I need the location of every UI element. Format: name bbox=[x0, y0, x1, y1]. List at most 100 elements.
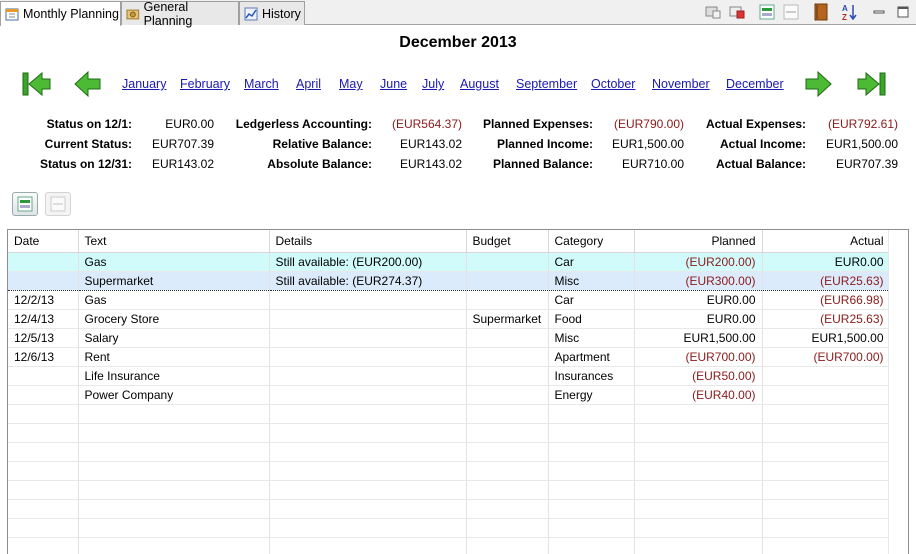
cell-actual[interactable]: (EUR66.98) bbox=[762, 290, 891, 310]
column-header-text[interactable]: Text bbox=[78, 230, 270, 253]
cell-text[interactable]: Rent bbox=[78, 347, 270, 367]
cell-details[interactable]: Still available: (EUR200.00) bbox=[269, 252, 467, 272]
month-link-february[interactable]: February bbox=[180, 77, 230, 91]
cell-date[interactable] bbox=[8, 271, 79, 291]
maximize-icon[interactable] bbox=[894, 3, 912, 21]
tab-monthly-planning[interactable]: Monthly Planning bbox=[0, 1, 121, 26]
column-header-budget[interactable]: Budget bbox=[466, 230, 549, 253]
cell-text[interactable]: Gas bbox=[78, 290, 270, 310]
cell-text[interactable]: Power Company bbox=[78, 385, 270, 405]
cell-details[interactable]: Still available: (EUR274.37) bbox=[269, 271, 467, 291]
cell-category[interactable]: Food bbox=[548, 309, 635, 329]
cell-actual[interactable]: EUR1,500.00 bbox=[762, 328, 891, 348]
cell-budget[interactable] bbox=[466, 385, 549, 405]
cell-budget[interactable] bbox=[466, 290, 549, 310]
month-link-june[interactable]: June bbox=[380, 77, 407, 91]
column-header-details[interactable]: Details bbox=[269, 230, 467, 253]
cell-category[interactable]: Misc bbox=[548, 328, 635, 348]
vertical-scrollbar[interactable] bbox=[888, 230, 908, 554]
cell-date[interactable]: 12/2/13 bbox=[8, 290, 79, 310]
cell-details[interactable] bbox=[269, 290, 467, 310]
cell-actual[interactable] bbox=[762, 366, 891, 386]
cell-planned[interactable]: (EUR300.00) bbox=[634, 271, 763, 291]
cell-text[interactable]: Life Insurance bbox=[78, 366, 270, 386]
cell-category[interactable]: Car bbox=[548, 290, 635, 310]
cell-date[interactable] bbox=[8, 385, 79, 405]
month-link-july[interactable]: July bbox=[422, 77, 444, 91]
cell-actual[interactable] bbox=[762, 385, 891, 405]
cell-date[interactable]: 12/4/13 bbox=[8, 309, 79, 329]
cell-text[interactable]: Gas bbox=[78, 252, 270, 272]
cell-details[interactable] bbox=[269, 328, 467, 348]
cell-category[interactable]: Energy bbox=[548, 385, 635, 405]
month-link-january[interactable]: January bbox=[122, 77, 166, 91]
cell-actual[interactable]: EUR0.00 bbox=[762, 252, 891, 272]
import-icon[interactable] bbox=[704, 3, 722, 21]
cell-details[interactable] bbox=[269, 366, 467, 386]
cell-category[interactable]: Car bbox=[548, 252, 635, 272]
add-row-icon[interactable] bbox=[758, 3, 776, 21]
cell-details[interactable] bbox=[269, 309, 467, 329]
sort-az-icon[interactable]: AZ bbox=[840, 3, 858, 21]
cell-planned[interactable]: (EUR700.00) bbox=[634, 347, 763, 367]
tab-history[interactable]: History bbox=[239, 1, 305, 25]
cell-actual[interactable]: (EUR25.63) bbox=[762, 271, 891, 291]
tab-general-planning[interactable]: General Planning bbox=[121, 0, 239, 28]
empty-row bbox=[8, 404, 891, 424]
cell-planned[interactable]: EUR0.00 bbox=[634, 290, 763, 310]
cell-planned[interactable]: (EUR40.00) bbox=[634, 385, 763, 405]
month-link-october[interactable]: October bbox=[591, 77, 635, 91]
column-header-category[interactable]: Category bbox=[548, 230, 635, 253]
book-icon[interactable] bbox=[812, 3, 830, 21]
table-row[interactable]: 12/2/13 Gas Car EUR0.00 (EUR66.98) bbox=[8, 290, 891, 310]
month-link-december[interactable]: December bbox=[726, 77, 784, 91]
table-row[interactable]: Supermarket Still available: (EUR274.37)… bbox=[8, 271, 891, 291]
cell-budget[interactable] bbox=[466, 328, 549, 348]
cell-budget[interactable]: Supermarket bbox=[466, 309, 549, 329]
table-row[interactable]: 12/4/13 Grocery Store Supermarket Food E… bbox=[8, 309, 891, 329]
cell-text[interactable]: Salary bbox=[78, 328, 270, 348]
export-icon[interactable] bbox=[728, 3, 746, 21]
column-header-actual[interactable]: Actual bbox=[762, 230, 891, 253]
stat-value: EUR0.00 bbox=[165, 117, 214, 131]
minimize-icon[interactable] bbox=[870, 3, 888, 21]
stat-label: Relative Balance: bbox=[272, 137, 372, 151]
month-link-september[interactable]: September bbox=[516, 77, 577, 91]
cell-date[interactable] bbox=[8, 366, 79, 386]
month-link-april[interactable]: April bbox=[296, 77, 321, 91]
cell-details[interactable] bbox=[269, 347, 467, 367]
cell-details[interactable] bbox=[269, 385, 467, 405]
cell-planned[interactable]: (EUR50.00) bbox=[634, 366, 763, 386]
cell-date[interactable] bbox=[8, 252, 79, 272]
month-link-august[interactable]: August bbox=[460, 77, 499, 91]
column-header-date[interactable]: Date bbox=[8, 230, 79, 253]
cell-text[interactable]: Grocery Store bbox=[78, 309, 270, 329]
table-row[interactable]: 12/5/13 Salary Misc EUR1,500.00 EUR1,500… bbox=[8, 328, 891, 348]
cell-category[interactable]: Insurances bbox=[548, 366, 635, 386]
cell-date[interactable]: 12/6/13 bbox=[8, 347, 79, 367]
cell-budget[interactable] bbox=[466, 347, 549, 367]
remove-entry-button[interactable] bbox=[45, 192, 71, 216]
column-header-planned[interactable]: Planned bbox=[634, 230, 763, 253]
table-row[interactable]: Power Company Energy (EUR40.00) bbox=[8, 385, 891, 405]
month-link-march[interactable]: March bbox=[244, 77, 279, 91]
cell-budget[interactable] bbox=[466, 271, 549, 291]
table-row[interactable]: 12/6/13 Rent Apartment (EUR700.00) (EUR7… bbox=[8, 347, 891, 367]
cell-category[interactable]: Apartment bbox=[548, 347, 635, 367]
cell-actual[interactable]: (EUR700.00) bbox=[762, 347, 891, 367]
cell-planned[interactable]: EUR1,500.00 bbox=[634, 328, 763, 348]
add-entry-button[interactable] bbox=[12, 192, 38, 216]
remove-row-icon[interactable] bbox=[782, 3, 800, 21]
table-row[interactable]: Life Insurance Insurances (EUR50.00) bbox=[8, 366, 891, 386]
month-link-november[interactable]: November bbox=[652, 77, 710, 91]
cell-budget[interactable] bbox=[466, 252, 549, 272]
cell-budget[interactable] bbox=[466, 366, 549, 386]
cell-text[interactable]: Supermarket bbox=[78, 271, 270, 291]
table-row[interactable]: Gas Still available: (EUR200.00) Car (EU… bbox=[8, 252, 891, 272]
cell-planned[interactable]: (EUR200.00) bbox=[634, 252, 763, 272]
cell-date[interactable]: 12/5/13 bbox=[8, 328, 79, 348]
cell-category[interactable]: Misc bbox=[548, 271, 635, 291]
cell-planned[interactable]: EUR0.00 bbox=[634, 309, 763, 329]
cell-actual[interactable]: (EUR25.63) bbox=[762, 309, 891, 329]
month-link-may[interactable]: May bbox=[339, 77, 363, 91]
